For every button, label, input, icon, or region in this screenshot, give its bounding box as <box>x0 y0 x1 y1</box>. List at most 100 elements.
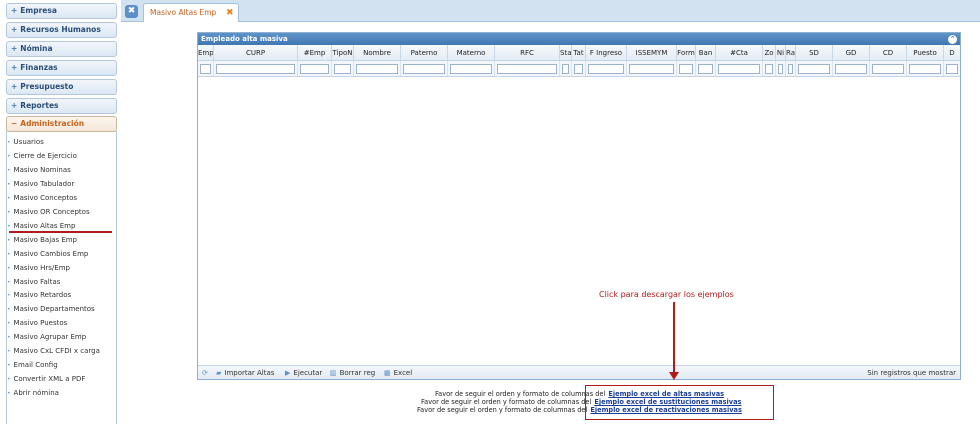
column-header[interactable]: Paterno <box>401 45 448 60</box>
column-header[interactable]: Nombre <box>354 45 401 60</box>
column-header[interactable]: RFC <box>495 45 560 60</box>
tab-masivo-altas-emp[interactable]: Masivo Altas Emp ✖ <box>143 3 239 22</box>
delete-records-button[interactable]: ▥ Borrar reg <box>330 368 375 378</box>
sidebar-section-nomina[interactable]: + Nómina <box>6 41 117 57</box>
admin-item[interactable]: • Masivo Tabulador <box>7 179 74 190</box>
column-header[interactable]: F Ingreso <box>586 45 627 60</box>
admin-item[interactable]: • Masivo Retardos <box>7 290 71 301</box>
sidebar-section-label: Empresa <box>20 6 57 15</box>
admin-item[interactable]: • Masivo CxL CFDI x carga <box>7 346 100 357</box>
column-filter-input[interactable] <box>909 64 941 74</box>
sidebar-section-administracion[interactable]: − Administración <box>6 116 117 132</box>
column-filter-input[interactable] <box>200 64 211 74</box>
link-ejemplo-reactivaciones[interactable]: Ejemplo excel de reactivaciones masivas <box>590 406 742 414</box>
column-header[interactable]: Ra <box>786 45 796 60</box>
sidebar-section-finanzas[interactable]: + Finanzas <box>6 60 117 76</box>
admin-item[interactable]: • Convertir XML a PDF <box>7 374 85 385</box>
column-filter-input[interactable] <box>562 64 569 74</box>
admin-item-label: Masivo Faltas <box>13 277 61 286</box>
column-filter-input[interactable] <box>300 64 329 74</box>
refresh-button[interactable]: ⟳ <box>202 368 211 378</box>
admin-item[interactable]: • Masivo Cambios Emp <box>7 249 88 260</box>
column-filter-input[interactable] <box>718 64 760 74</box>
excel-export-button[interactable]: ▦ Excel <box>384 368 412 378</box>
column-header[interactable]: #Emp <box>298 45 332 60</box>
annotation-underline <box>9 231 112 233</box>
annotation-arrow-line <box>673 302 675 374</box>
admin-item[interactable]: • Masivo Faltas <box>7 277 60 288</box>
import-altas-button[interactable]: ▰ Importar Altas <box>216 368 274 378</box>
execute-button[interactable]: ▶ Ejecutar <box>285 368 322 378</box>
column-filter-input[interactable] <box>216 64 295 74</box>
admin-item[interactable]: • Usuarios <box>7 137 44 148</box>
admin-item[interactable]: • Cierre de Ejercicio <box>7 151 77 162</box>
column-header[interactable]: Form <box>677 45 696 60</box>
table-icon: ▦ <box>384 369 391 377</box>
admin-item[interactable]: • Masivo Conceptos <box>7 193 77 204</box>
admin-item[interactable]: • Masivo OR Conceptos <box>7 207 90 218</box>
column-header[interactable]: Tat <box>572 45 586 60</box>
bullet-icon: • <box>7 278 11 286</box>
sidebar-section-presupuesto[interactable]: + Presupuesto <box>6 79 117 95</box>
column-header[interactable]: Materno <box>448 45 495 60</box>
admin-item[interactable]: • Masivo Hrs/Emp <box>7 263 70 274</box>
filter-cell <box>776 61 786 76</box>
link-ejemplo-altas[interactable]: Ejemplo excel de altas masivas <box>608 390 724 398</box>
bullet-icon: • <box>7 250 11 258</box>
sidebar-section-empresa[interactable]: + Empresa <box>6 3 117 19</box>
column-filter-input[interactable] <box>574 64 583 74</box>
filter-cell <box>586 61 627 76</box>
column-filter-input[interactable] <box>679 64 693 74</box>
column-filter-input[interactable] <box>788 64 793 74</box>
close-all-tabs-icon[interactable]: ✖ <box>125 5 138 18</box>
column-header[interactable]: Ban <box>696 45 716 60</box>
column-header[interactable]: GD <box>833 45 870 60</box>
column-filter-input[interactable] <box>450 64 492 74</box>
column-filter-input[interactable] <box>588 64 624 74</box>
filter-cell <box>833 61 870 76</box>
column-header[interactable]: Zo <box>763 45 776 60</box>
column-filter-input[interactable] <box>497 64 557 74</box>
column-filter-input[interactable] <box>946 64 958 74</box>
column-header[interactable]: D <box>944 45 960 60</box>
column-filter-input[interactable] <box>698 64 713 74</box>
column-filter-input[interactable] <box>778 64 783 74</box>
column-header[interactable]: Emp <box>198 45 214 60</box>
column-header[interactable]: SD <box>796 45 833 60</box>
column-header[interactable]: CD <box>870 45 907 60</box>
admin-item[interactable]: • Masivo Puestos <box>7 318 67 329</box>
admin-item[interactable]: • Masivo Departamentos <box>7 304 95 315</box>
link-ejemplo-sustituciones[interactable]: Ejemplo excel de sustituciones masivas <box>594 398 741 406</box>
column-filter-input[interactable] <box>403 64 445 74</box>
column-header[interactable]: #Cta <box>716 45 763 60</box>
column-filter-input[interactable] <box>356 64 398 74</box>
admin-item[interactable]: • Masivo Bajas Emp <box>7 235 77 246</box>
column-filter-input[interactable] <box>334 64 351 74</box>
annotation-arrow-head <box>669 372 679 380</box>
sidebar-section-recursos-humanos[interactable]: + Recursos Humanos <box>6 22 117 38</box>
column-header[interactable]: CURP <box>214 45 298 60</box>
admin-item-label: Masivo Conceptos <box>13 193 77 202</box>
admin-item[interactable]: • Masivo Nominas <box>7 165 71 176</box>
sidebar-section-reportes[interactable]: + Reportes <box>6 98 117 114</box>
column-filter-input[interactable] <box>835 64 867 74</box>
column-filter-input[interactable] <box>765 64 773 74</box>
expand-icon: + <box>11 6 18 15</box>
close-tab-icon[interactable]: ✖ <box>226 8 234 18</box>
column-header[interactable]: Sta <box>560 45 572 60</box>
chevron-up-icon[interactable]: ⌃ <box>948 35 957 44</box>
app-window: + Empresa + Recursos Humanos + Nómina + Fina… <box>0 0 980 424</box>
column-header[interactable]: Ni <box>776 45 786 60</box>
column-header[interactable]: TipoN <box>332 45 354 60</box>
import-label: Importar Altas <box>224 369 275 377</box>
column-header[interactable]: Puesto <box>907 45 944 60</box>
bullet-icon: • <box>7 334 11 342</box>
admin-item[interactable]: • Masivo Agrupar Emp <box>7 332 86 343</box>
filter-cell <box>907 61 944 76</box>
column-header[interactable]: ISSEMYM <box>627 45 677 60</box>
admin-item[interactable]: • Abrir nómina <box>7 388 59 399</box>
column-filter-input[interactable] <box>798 64 830 74</box>
column-filter-input[interactable] <box>872 64 904 74</box>
admin-item[interactable]: • Email Config <box>7 360 58 371</box>
column-filter-input[interactable] <box>629 64 674 74</box>
